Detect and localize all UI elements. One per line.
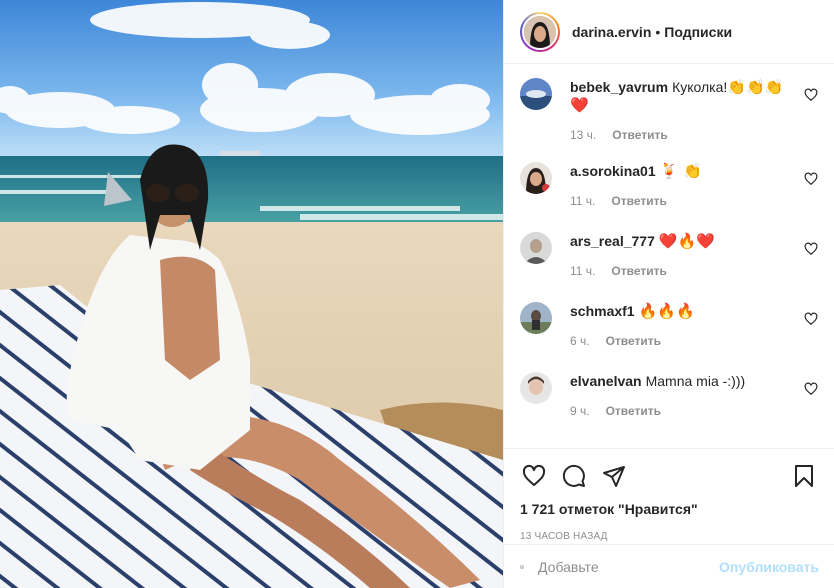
comment-item: schmaxf1 🔥🔥🔥 6 ч. Ответить xyxy=(520,290,818,360)
comment-like-icon[interactable] xyxy=(804,172,818,186)
comment-item: ars_real_777 ❤️🔥❤️ 11 ч. Ответить xyxy=(520,220,818,290)
post-photo[interactable] xyxy=(0,0,503,588)
comment-time[interactable]: 11 ч. xyxy=(570,194,595,208)
comment-emoji: 🍹 👏 xyxy=(659,162,702,180)
reply-button[interactable]: Ответить xyxy=(606,334,661,348)
reply-button[interactable]: Ответить xyxy=(612,128,667,142)
comment-emoji: 🔥🔥🔥 xyxy=(638,302,695,320)
likes-count[interactable]: 1 721 отметок "Нравится" xyxy=(520,501,818,517)
author-avatar[interactable] xyxy=(520,11,560,52)
comment-time[interactable]: 11 ч. xyxy=(570,264,595,278)
comment-like-icon[interactable] xyxy=(804,312,818,326)
comment-text: Куколка! xyxy=(672,79,728,95)
comment-item: bebek_yavrum Куколка!👏👏👏❤️ 13 ч. Ответить xyxy=(520,64,818,150)
avatar[interactable] xyxy=(520,162,552,194)
comment-like-icon[interactable] xyxy=(804,382,818,396)
reply-button[interactable]: Ответить xyxy=(611,264,666,278)
bookmark-icon[interactable] xyxy=(790,462,818,490)
comment-icon[interactable] xyxy=(560,462,588,490)
avatar[interactable] xyxy=(520,232,552,264)
heart-icon[interactable] xyxy=(520,462,548,490)
comment-emoji: ❤️🔥❤️ xyxy=(658,232,715,250)
share-icon[interactable] xyxy=(600,462,628,490)
reply-button[interactable]: Ответить xyxy=(606,404,661,418)
post-timestamp[interactable]: 13 часов назад xyxy=(520,531,818,542)
comment-username[interactable]: ars_real_777 xyxy=(570,233,655,249)
comment-item: a.sorokina01 🍹 👏 11 ч. Ответить xyxy=(520,150,818,220)
avatar[interactable] xyxy=(520,372,552,404)
comment-item: elvanelvan Mamna mia -:))) 9 ч. Ответить xyxy=(520,360,818,430)
comment-username[interactable]: schmaxf1 xyxy=(570,303,635,319)
comment-time[interactable]: 6 ч. xyxy=(570,334,590,348)
action-icons xyxy=(520,449,818,499)
post-container: darina.ervin • Подписки bebek_yavrum Куко… xyxy=(0,0,834,588)
comment-like-icon[interactable] xyxy=(804,88,818,102)
author-username[interactable]: darina.ervin xyxy=(572,24,651,40)
comment-text: Mamna mia -:))) xyxy=(645,373,746,389)
avatar[interactable] xyxy=(520,78,552,110)
comments-list[interactable]: bebek_yavrum Куколка!👏👏👏❤️ 13 ч. Ответить … xyxy=(504,64,834,448)
comment-time[interactable]: 9 ч. xyxy=(570,404,590,418)
comment-username[interactable]: a.sorokina01 xyxy=(570,163,656,179)
following-button[interactable]: Подписки xyxy=(664,24,732,40)
comment-username[interactable]: bebek_yavrum xyxy=(570,79,668,95)
header-separator: • xyxy=(655,23,661,40)
comment-username[interactable]: elvanelvan xyxy=(570,373,642,389)
post-sidebar: darina.ervin • Подписки bebek_yavrum Куко… xyxy=(503,0,834,588)
avatar[interactable] xyxy=(520,302,552,334)
emoji-icon[interactable] xyxy=(520,554,524,580)
comment-like-icon[interactable] xyxy=(804,242,818,256)
publish-button[interactable]: Опубликовать xyxy=(719,559,819,575)
post-header: darina.ervin • Подписки xyxy=(504,0,834,64)
add-comment-bar: Опубликовать xyxy=(504,544,834,588)
reply-button[interactable]: Ответить xyxy=(611,194,666,208)
comment-input[interactable] xyxy=(538,558,720,575)
comment-time[interactable]: 13 ч. xyxy=(570,128,596,142)
